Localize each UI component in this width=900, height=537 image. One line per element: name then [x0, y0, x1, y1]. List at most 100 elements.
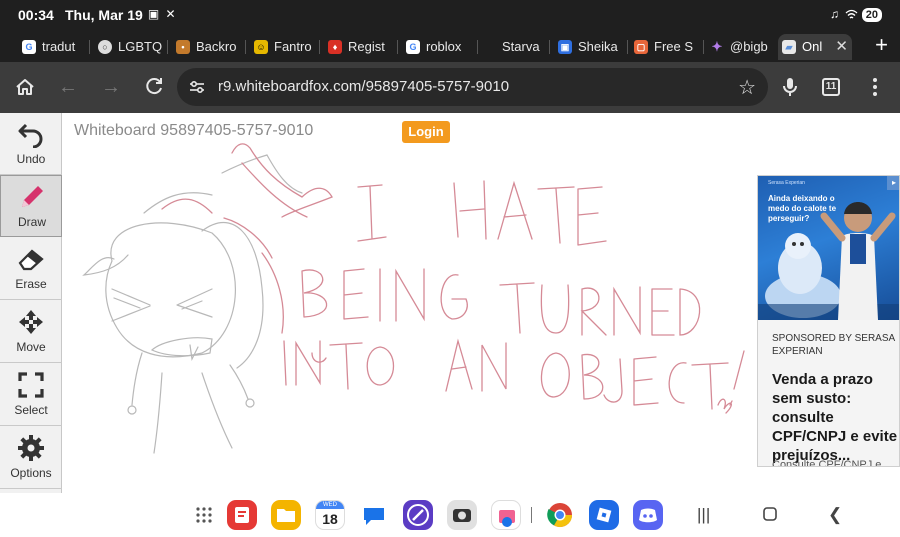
undo-icon	[18, 123, 43, 148]
eraser-icon	[18, 249, 44, 271]
tab-lgbtq[interactable]: ○ LGBTQ	[94, 34, 168, 60]
tab-label: Fantro	[274, 39, 312, 54]
site-settings-icon[interactable]	[187, 77, 207, 97]
files-icon[interactable]	[271, 500, 301, 530]
sparkle-icon: ✦	[711, 39, 723, 54]
calendar-icon[interactable]: WED 18	[315, 500, 345, 530]
move-icon	[19, 310, 43, 334]
status-time: 00:34	[18, 7, 54, 23]
x-app-icon: ✕	[165, 7, 176, 21]
tab-fantro[interactable]: ☺ Fantro	[250, 34, 320, 60]
pen-app-icon[interactable]	[403, 500, 433, 530]
tab-roblox[interactable]: G roblox	[402, 34, 478, 60]
reload-icon[interactable]	[143, 76, 165, 98]
url-text: r9.whiteboardfox.com/95897405-5757-9010	[218, 78, 510, 95]
status-bar: 00:34 Thu, Mar 19 ▣ ✕ ♫ 20	[0, 0, 900, 30]
sponsored-ad[interactable]: Serasa Experian Ainda deixando o medo do…	[757, 175, 900, 467]
wifi-icon	[845, 9, 858, 19]
home-nav-icon[interactable]	[762, 506, 778, 522]
home-icon[interactable]	[14, 76, 36, 98]
calendar-month: WED	[316, 501, 344, 509]
pencil-icon	[22, 186, 43, 207]
ad-illustration	[758, 202, 899, 320]
pink-sketch	[161, 143, 333, 363]
status-date: Thu, Mar 19	[65, 7, 143, 23]
tab-sheika[interactable]: ▣ Sheika	[554, 34, 628, 60]
new-tab-button[interactable]: +	[875, 32, 888, 58]
site-icon	[482, 40, 496, 54]
select-button[interactable]: Select	[0, 364, 62, 426]
close-tab-icon[interactable]: ✕	[835, 34, 848, 60]
battery-indicator: 20	[861, 8, 882, 22]
tab-label: Sheika	[578, 39, 618, 54]
tool-label: Options	[10, 466, 52, 480]
browser-toolbar: ← → r9.whiteboardfox.com/95897405-5757-9…	[0, 62, 900, 113]
move-button[interactable]: Move	[0, 301, 62, 363]
more-menu-icon[interactable]	[864, 76, 886, 98]
tab-label: Backro	[196, 39, 237, 54]
docs-icon[interactable]	[227, 500, 257, 530]
tab-tradut[interactable]: G tradut	[18, 34, 90, 60]
ad-headline[interactable]: Venda a prazo sem susto: consulte CPF/CN…	[772, 370, 899, 465]
tool-label: Erase	[15, 277, 47, 291]
site-icon: ♦	[328, 40, 342, 54]
undo-button[interactable]: Undo	[0, 113, 62, 175]
tab-label: tradut	[42, 39, 76, 54]
ad-image[interactable]: Serasa Experian Ainda deixando o medo do…	[758, 176, 899, 320]
tab-label: LGBTQ	[118, 39, 163, 54]
tab-label: Starva	[502, 39, 540, 54]
tool-label: Move	[16, 340, 46, 354]
tab-switcher-button[interactable]: 11	[822, 78, 840, 96]
handwritten-text	[283, 180, 745, 414]
ad-description: Consulte CPF/CNPJ e...	[772, 459, 891, 467]
calendar-day: 18	[322, 511, 338, 527]
bookmark-star-icon[interactable]: ☆	[738, 75, 756, 100]
apps-grid-icon[interactable]	[189, 500, 219, 530]
tab-label: Regist	[348, 39, 385, 54]
tab-regist[interactable]: ♦ Regist	[324, 34, 398, 60]
site-icon: ▢	[634, 40, 648, 54]
store-icon[interactable]	[491, 500, 521, 530]
tab-free-s[interactable]: ▢ Free S	[630, 34, 704, 60]
site-icon: ○	[98, 40, 112, 54]
burger-icon: •	[176, 40, 190, 54]
tab-label: Free S	[654, 39, 694, 54]
draw-button[interactable]: Draw	[0, 175, 62, 237]
site-icon: ▣	[558, 40, 572, 54]
freehand-drawing	[82, 143, 745, 454]
options-button[interactable]: Options	[0, 427, 62, 489]
microphone-icon[interactable]	[779, 76, 801, 98]
google-icon: G	[22, 40, 36, 54]
tab-bigb[interactable]: ✦ @bigb	[706, 34, 776, 60]
gear-icon	[18, 435, 44, 461]
tab-starva[interactable]: Starva	[478, 34, 550, 60]
tool-label: Select	[14, 403, 48, 417]
messages-icon[interactable]	[359, 500, 389, 530]
recent-apps-icon[interactable]: |||	[697, 505, 710, 525]
taskbar: WED 18 ||| ❮	[0, 493, 900, 537]
discord-icon[interactable]	[633, 500, 663, 530]
tool-label: Undo	[16, 152, 46, 166]
tool-label: Draw	[17, 215, 46, 229]
tab-strip: G tradut ○ LGBTQ • Backro ☺ Fantro ♦ Reg…	[0, 30, 900, 62]
tab-backro[interactable]: • Backro	[172, 34, 246, 60]
ad-sponsor-text: SPONSORED BY SERASA EXPERIAN	[772, 333, 895, 357]
camera-icon[interactable]	[447, 500, 477, 530]
smile-icon: ☺	[254, 40, 268, 54]
google-icon: G	[406, 40, 420, 54]
erase-button[interactable]: Erase	[0, 238, 62, 300]
tab-label: roblox	[426, 39, 462, 54]
tab-onl-active[interactable]: ▰ Onl ✕	[778, 34, 852, 60]
mute-icon: ♫	[830, 7, 839, 21]
screenshot-icon: ▣	[147, 7, 160, 21]
tool-sidebar: Undo Draw Erase Move Select Options	[0, 113, 62, 493]
dock-separator	[531, 507, 532, 523]
back-nav-icon[interactable]: ❮	[828, 505, 842, 525]
address-bar[interactable]: r9.whiteboardfox.com/95897405-5757-9010 …	[177, 68, 768, 106]
roblox-icon[interactable]	[589, 500, 619, 530]
whiteboard-canvas[interactable]: Undo Draw Erase Move Select Options Whit…	[0, 113, 900, 493]
select-icon	[18, 372, 44, 398]
chrome-icon[interactable]	[545, 500, 575, 530]
back-icon[interactable]: ←	[57, 76, 79, 98]
forward-icon[interactable]: →	[100, 76, 122, 98]
